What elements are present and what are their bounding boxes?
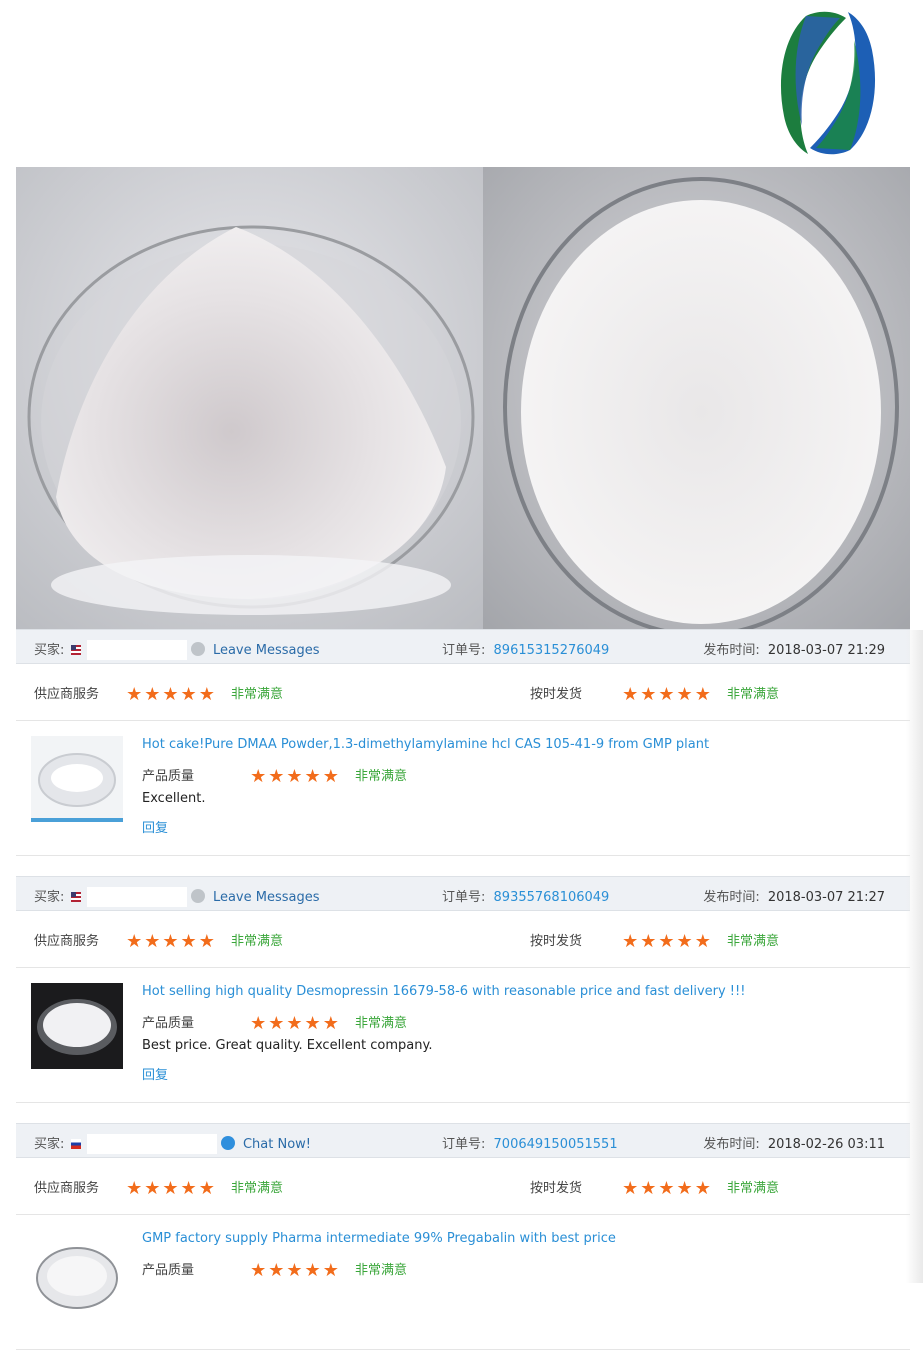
message-icon — [190, 889, 205, 903]
supplier-service-label: 供应商服务 — [34, 687, 100, 702]
time-label: 发布时间: — [703, 890, 760, 905]
review-card: 买家: Leave Messages 订单号: 89615315276049 发… — [16, 629, 910, 872]
leave-messages-link[interactable]: Leave Messages — [213, 643, 320, 658]
star-rating-icon: ★★★★★ — [126, 684, 217, 705]
buyer-label: 买家: — [34, 643, 65, 658]
product-quality-label: 产品质量 — [142, 1016, 195, 1031]
product-thumbnail[interactable] — [31, 1230, 123, 1316]
ontime-delivery-label: 按时发货 — [530, 687, 583, 702]
review-card: 买家: Chat Now! 订单号: 700649150051551 发布时间:… — [16, 1123, 910, 1350]
star-rating-icon: ★★★★★ — [250, 766, 341, 787]
review-card: 买家: Leave Messages 订单号: 89355768106049 发… — [16, 876, 910, 1119]
powder-photo-right — [483, 167, 910, 630]
star-rating-icon: ★★★★★ — [622, 931, 713, 952]
product-quality-label: 产品质量 — [142, 1263, 195, 1278]
order-number[interactable]: 89355768106049 — [494, 890, 610, 905]
satisfaction-text: 非常满意 — [230, 687, 283, 702]
reply-link[interactable]: 回复 — [142, 1064, 168, 1083]
satisfaction-text: 非常满意 — [354, 1016, 407, 1031]
review-header: 买家: Leave Messages 订单号: 89355768106049 发… — [16, 876, 910, 911]
ontime-delivery-label: 按时发货 — [530, 1181, 583, 1196]
rating-row: 供应商服务 ★★★★★ 非常满意 按时发货 ★★★★★ 非常满意 — [16, 911, 910, 968]
satisfaction-text: 非常满意 — [726, 1181, 779, 1196]
time-label: 发布时间: — [703, 1137, 760, 1152]
us-flag-icon — [70, 892, 81, 902]
review-header: 买家: Chat Now! 订单号: 700649150051551 发布时间:… — [16, 1123, 910, 1158]
product-thumbnail[interactable] — [31, 983, 123, 1069]
message-icon — [190, 642, 205, 656]
time-value: 2018-03-07 21:29 — [767, 643, 885, 658]
time-value: 2018-03-07 21:27 — [767, 890, 885, 905]
star-rating-icon: ★★★★★ — [126, 931, 217, 952]
satisfaction-text: 非常满意 — [354, 1263, 407, 1278]
rating-row: 供应商服务 ★★★★★ 非常满意 按时发货 ★★★★★ 非常满意 — [16, 1158, 910, 1215]
page-edge-shadow — [906, 630, 923, 1283]
product-quality-label: 产品质量 — [142, 769, 195, 784]
product-review: Hot cake!Pure DMAA Powder,1.3-dimethylam… — [16, 721, 910, 856]
chat-icon — [220, 1136, 235, 1150]
star-rating-icon: ★★★★★ — [622, 684, 713, 705]
redacted-buyer-name — [86, 1134, 217, 1154]
order-label: 订单号: — [442, 890, 486, 905]
reply-link[interactable]: 回复 — [142, 817, 168, 836]
product-title-link[interactable]: Hot cake!Pure DMAA Powder,1.3-dimethylam… — [142, 737, 709, 752]
chat-now-link[interactable]: Chat Now! — [243, 1137, 311, 1152]
review-comment: Excellent. — [142, 791, 206, 806]
satisfaction-text: 非常满意 — [354, 769, 407, 784]
star-rating-icon: ★★★★★ — [622, 1178, 713, 1199]
company-logo-icon — [776, 6, 880, 160]
order-label: 订单号: — [442, 1137, 486, 1152]
product-title-link[interactable]: Hot selling high quality Desmopressin 16… — [142, 984, 745, 999]
time-label: 发布时间: — [703, 643, 760, 658]
leave-messages-link[interactable]: Leave Messages — [213, 890, 320, 905]
satisfaction-text: 非常满意 — [230, 934, 283, 949]
supplier-service-label: 供应商服务 — [34, 1181, 100, 1196]
review-header: 买家: Leave Messages 订单号: 89615315276049 发… — [16, 629, 910, 664]
order-number[interactable]: 89615315276049 — [494, 643, 610, 658]
ru-flag-icon — [70, 1139, 81, 1149]
buyer-label: 买家: — [34, 890, 65, 905]
product-title-link[interactable]: GMP factory supply Pharma intermediate 9… — [142, 1231, 616, 1246]
buyer-label: 买家: — [34, 1137, 65, 1152]
product-review: Hot selling high quality Desmopressin 16… — [16, 968, 910, 1103]
redacted-buyer-name — [86, 640, 187, 660]
rating-row: 供应商服务 ★★★★★ 非常满意 按时发货 ★★★★★ 非常满意 — [16, 664, 910, 721]
satisfaction-text: 非常满意 — [230, 1181, 283, 1196]
order-number[interactable]: 700649150051551 — [494, 1137, 618, 1152]
star-rating-icon: ★★★★★ — [126, 1178, 217, 1199]
product-thumbnail[interactable] — [31, 736, 123, 822]
star-rating-icon: ★★★★★ — [250, 1260, 341, 1281]
satisfaction-text: 非常满意 — [726, 687, 779, 702]
star-rating-icon: ★★★★★ — [250, 1013, 341, 1034]
product-photos — [16, 167, 910, 630]
supplier-service-label: 供应商服务 — [34, 934, 100, 949]
ontime-delivery-label: 按时发货 — [530, 934, 583, 949]
order-label: 订单号: — [442, 643, 486, 658]
us-flag-icon — [70, 645, 81, 655]
review-comment: Best price. Great quality. Excellent com… — [142, 1038, 433, 1053]
satisfaction-text: 非常满意 — [726, 934, 779, 949]
time-value: 2018-02-26 03:11 — [767, 1137, 885, 1152]
powder-photo-left — [16, 167, 483, 630]
redacted-buyer-name — [86, 887, 187, 907]
